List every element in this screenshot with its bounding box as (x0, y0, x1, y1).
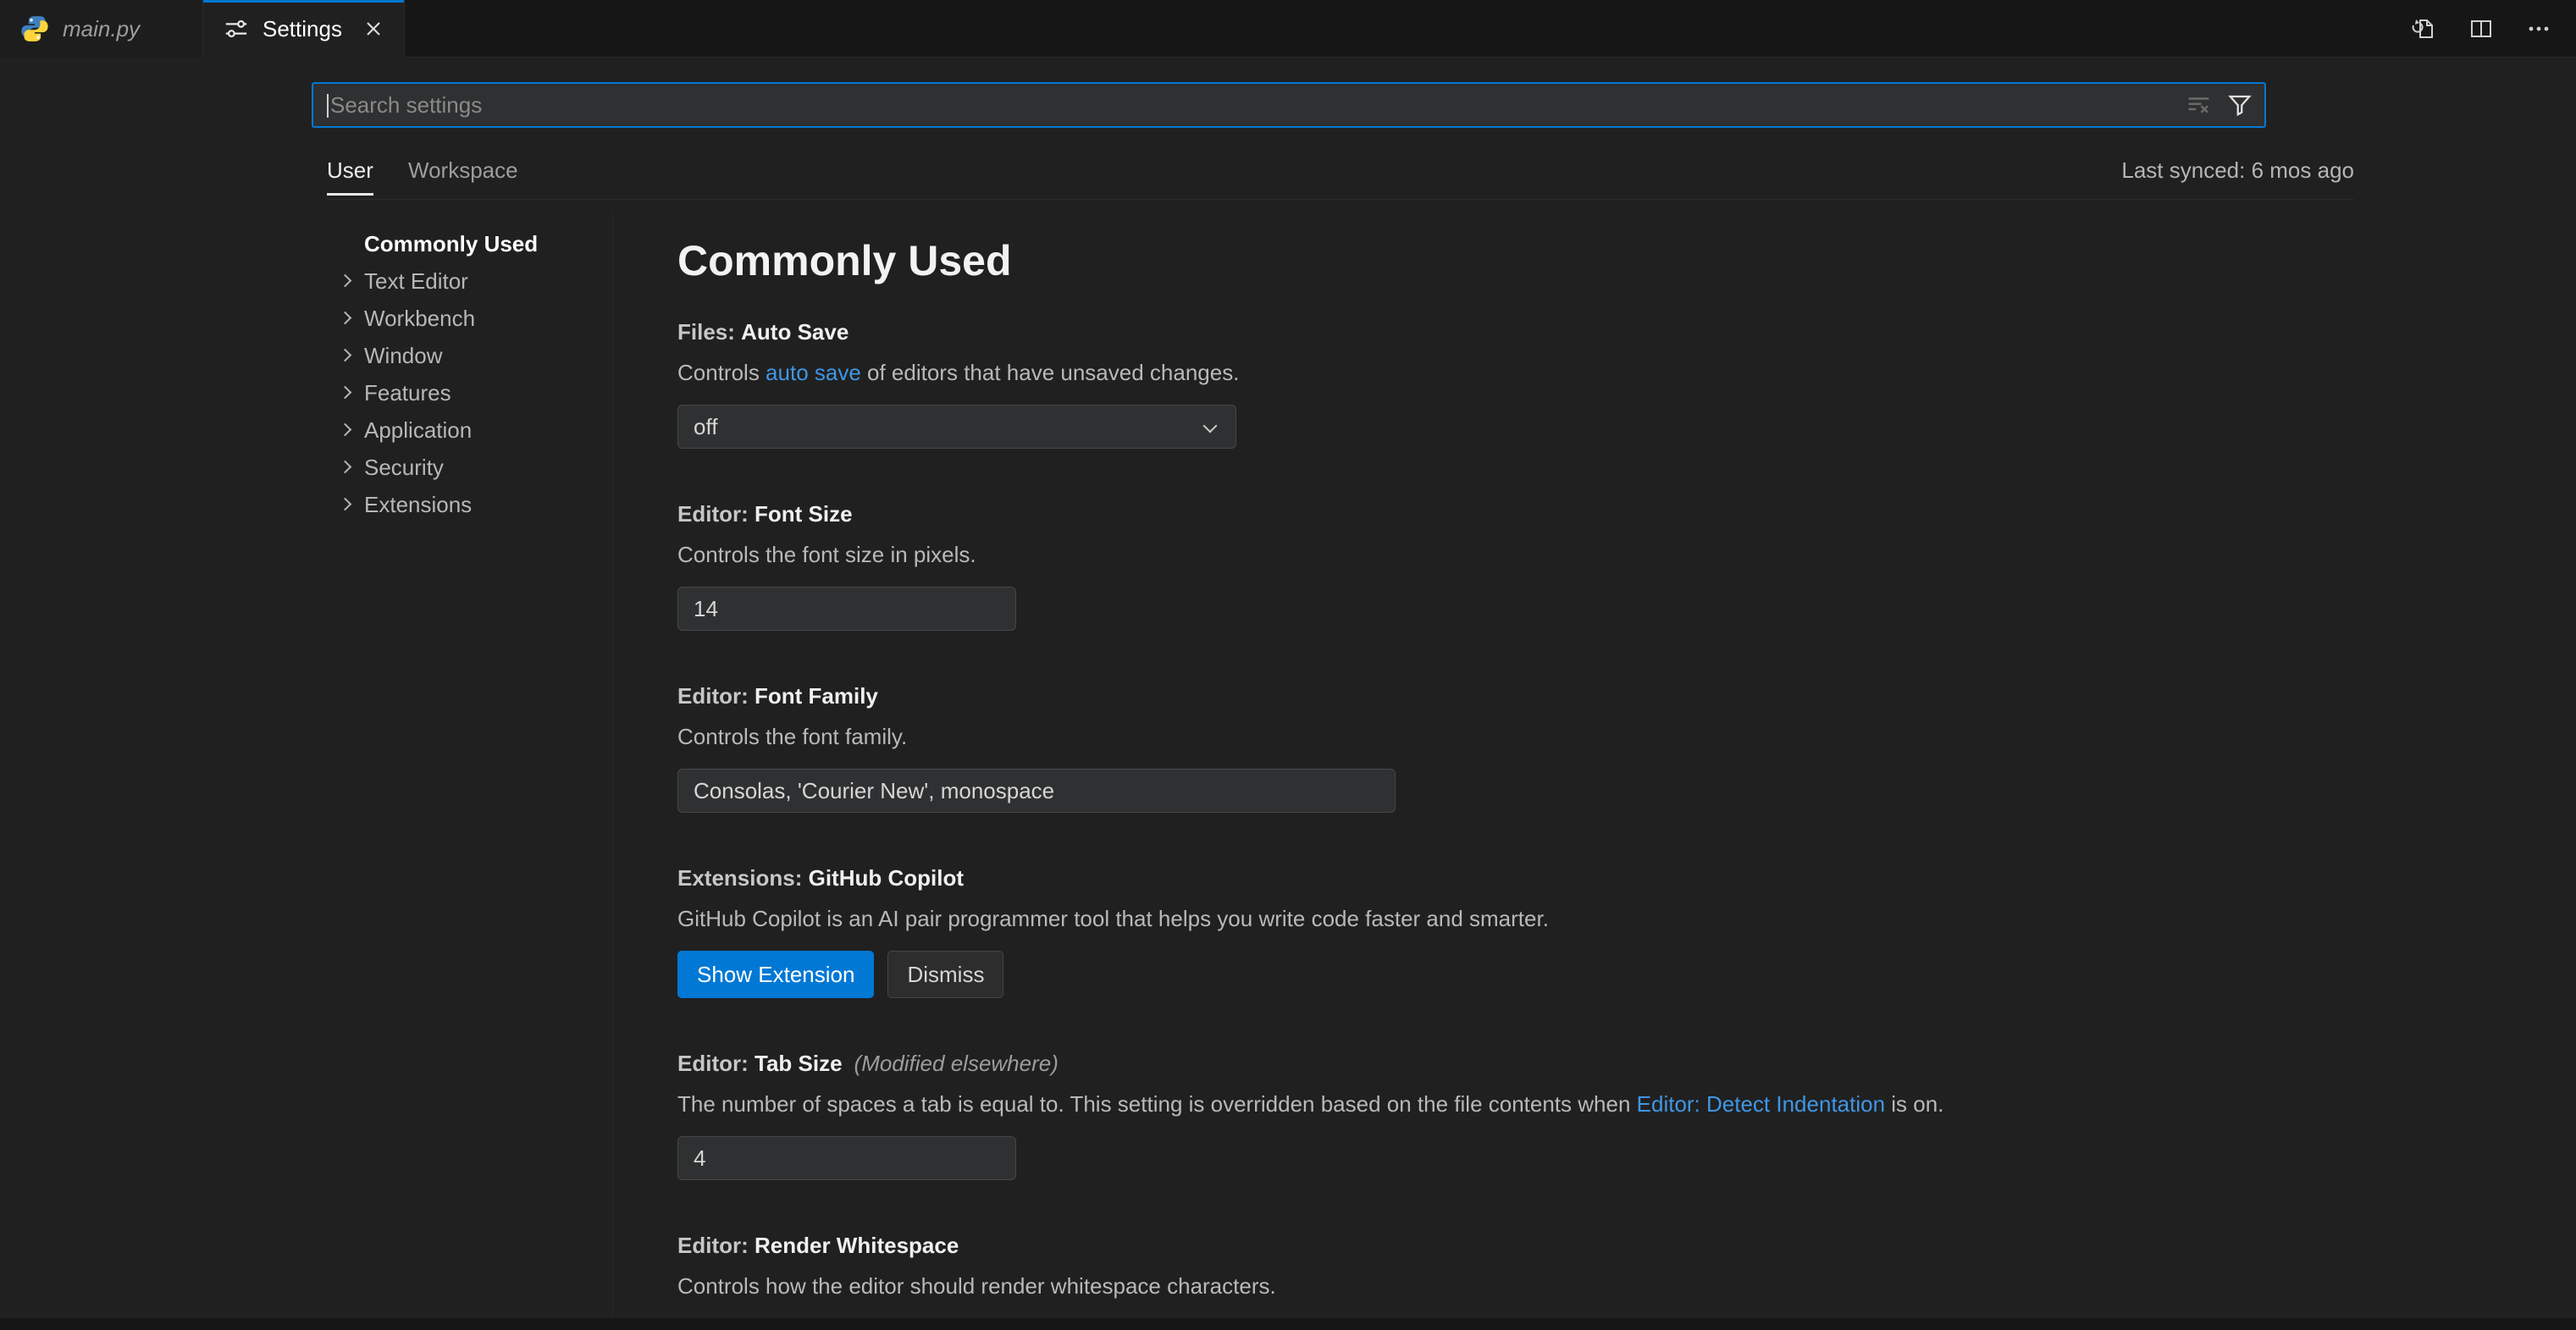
tab-workspace[interactable]: Workspace (408, 144, 518, 199)
setting-row-editor-font-family: Editor: Font Family Controls the font fam… (677, 681, 2363, 813)
setting-label: Auto Save (741, 319, 849, 345)
scope-tabs-row: User Workspace Last synced: 6 mos ago (327, 144, 2354, 200)
setting-description: Controls the font size in pixels. (677, 539, 2363, 570)
clear-settings-search-icon[interactable] (2186, 92, 2212, 118)
setting-category: Editor: (677, 683, 755, 709)
settings-body: Commonly Used Files: Auto Save Controls a… (677, 235, 2363, 1330)
tab-label: main.py (63, 16, 140, 42)
setting-modifier-badge: (Modified elsewhere) (854, 1051, 1059, 1076)
toc-item-application[interactable]: Application (327, 411, 606, 449)
window-bottom-edge (0, 1318, 2576, 1330)
chevron-down-icon (1203, 419, 1218, 433)
setting-category: Extensions: (677, 865, 809, 891)
tab-user[interactable]: User (327, 144, 373, 199)
setting-description: The number of spaces a tab is equal to. … (677, 1089, 2363, 1119)
editor-tab-bar: main.py Settings (0, 0, 2576, 58)
settings-search-box[interactable]: Search settings (312, 82, 2266, 128)
chevron-right-icon (339, 498, 352, 511)
settings-toc: Commonly Used Text Editor Workbench Window F… (327, 225, 606, 523)
tab-settings[interactable]: Settings (203, 0, 405, 58)
setting-label: GitHub Copilot (809, 865, 964, 891)
input-value: 14 (694, 596, 718, 622)
vscode-window: main.py Settings (0, 0, 2576, 1330)
setting-row-files-auto-save: Files: Auto Save Controls auto save of ed… (677, 317, 2363, 449)
toc-label: Text Editor (364, 268, 468, 295)
setting-title: Editor: Tab Size (Modified elsewhere) (677, 1048, 2363, 1079)
show-extension-button[interactable]: Show Extension (677, 951, 874, 998)
tab-main-py[interactable]: main.py (0, 0, 203, 58)
setting-category: Editor: (677, 1051, 755, 1076)
setting-title: Files: Auto Save (677, 317, 2363, 347)
toc-label: Workbench (364, 306, 475, 332)
setting-text-input[interactable]: 4 (677, 1136, 1016, 1180)
setting-row-editor-tab-size: Editor: Tab Size (Modified elsewhere) The … (677, 1048, 2363, 1180)
toc-item-window[interactable]: Window (327, 337, 606, 374)
chevron-right-icon (339, 274, 352, 288)
toc-label: Application (364, 417, 472, 444)
toc-label: Features (364, 380, 451, 406)
toc-item-text-editor[interactable]: Text Editor (327, 262, 606, 300)
setting-label: Tab Size (755, 1051, 843, 1076)
toc-item-workbench[interactable]: Workbench (327, 300, 606, 337)
toc-label: Extensions (364, 492, 472, 518)
close-icon[interactable] (364, 14, 384, 43)
toc-item-security[interactable]: Security (327, 449, 606, 486)
setting-label: Font Family (755, 683, 878, 709)
split-editor-icon[interactable] (2466, 14, 2496, 44)
python-icon (20, 14, 49, 43)
last-synced-label: Last synced: 6 mos ago (2121, 144, 2354, 199)
setting-description-link[interactable]: Editor: Detect Indentation (1637, 1091, 1885, 1117)
filter-settings-icon[interactable] (2227, 92, 2253, 118)
settings-sliders-icon (224, 16, 249, 41)
page-title: Commonly Used (677, 235, 2363, 286)
setting-category: Editor: (677, 501, 755, 527)
toc-label: Security (364, 455, 444, 481)
open-settings-json-icon[interactable] (2408, 14, 2439, 44)
setting-description: Controls the font family. (677, 721, 2363, 752)
tab-label: Settings (263, 16, 342, 42)
setting-title: Extensions: GitHub Copilot (677, 863, 2363, 893)
setting-text-input[interactable]: Consolas, 'Courier New', monospace (677, 769, 1396, 813)
setting-dropdown[interactable]: off (677, 405, 1236, 449)
dismiss-button[interactable]: Dismiss (887, 951, 1003, 998)
toc-sash[interactable] (612, 212, 613, 1317)
setting-description: Controls how the editor should render wh… (677, 1271, 2363, 1301)
setting-title: Editor: Font Size (677, 499, 2363, 529)
setting-row-editor-font-size: Editor: Font Size Controls the font size … (677, 499, 2363, 631)
chevron-right-icon (339, 312, 352, 325)
input-value: Consolas, 'Courier New', monospace (694, 778, 1054, 804)
more-actions-icon[interactable] (2523, 14, 2554, 44)
chevron-right-icon (339, 423, 352, 437)
toc-item-features[interactable]: Features (327, 374, 606, 411)
setting-description-link[interactable]: auto save (766, 360, 861, 385)
setting-description: Controls auto save of editors that have … (677, 357, 2363, 388)
setting-label: Render Whitespace (755, 1233, 959, 1258)
toc-label: Commonly Used (364, 231, 538, 257)
toc-item-extensions[interactable]: Extensions (327, 486, 606, 523)
setting-row-editor-render-whitespace: Editor: Render Whitespace Controls how th… (677, 1230, 2363, 1322)
dropdown-value: off (694, 414, 717, 440)
setting-title: Editor: Render Whitespace (677, 1230, 2363, 1261)
toc-item-commonly-used[interactable]: Commonly Used (327, 225, 606, 262)
setting-title: Editor: Font Family (677, 681, 2363, 711)
setting-category: Files: (677, 319, 741, 345)
setting-text-input[interactable]: 14 (677, 587, 1016, 631)
chevron-right-icon (339, 349, 352, 362)
chevron-right-icon (339, 386, 352, 400)
chevron-right-icon (339, 461, 352, 474)
search-placeholder: Search settings (330, 84, 482, 126)
setting-category: Editor: (677, 1233, 755, 1258)
setting-description: GitHub Copilot is an AI pair programmer … (677, 903, 2363, 934)
setting-row-extensions-github-copilot: Extensions: GitHub CopilotGitHub Copilot… (677, 863, 2363, 998)
editor-actions (2408, 0, 2554, 58)
input-value: 4 (694, 1145, 705, 1172)
toc-label: Window (364, 343, 442, 369)
text-cursor (327, 94, 329, 118)
setting-label: Font Size (755, 501, 853, 527)
